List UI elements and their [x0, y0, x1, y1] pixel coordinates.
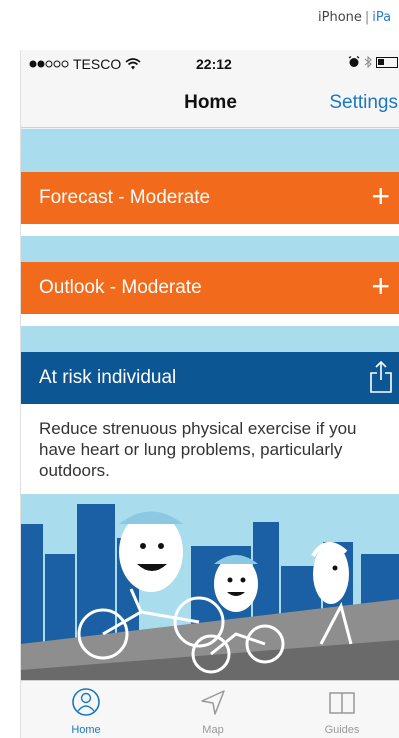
wifi-icon	[125, 58, 141, 70]
status-bar: TESCO 22:12	[21, 50, 399, 78]
tab-guides[interactable]: Guides	[297, 687, 387, 736]
tab-map-label: Map	[202, 724, 224, 736]
link-separator: |	[364, 10, 370, 25]
tab-home[interactable]: Home	[41, 687, 131, 736]
carrier-info: TESCO	[29, 56, 141, 72]
at-risk-header: At risk individual	[21, 352, 399, 404]
guides-icon	[329, 692, 355, 714]
carrier-name: TESCO	[73, 56, 122, 72]
status-right	[348, 56, 398, 68]
signal-icon	[29, 60, 69, 68]
nav-bar: Home Settings	[21, 78, 399, 128]
share-icon[interactable]	[368, 360, 394, 394]
tab-home-label: Home	[71, 724, 101, 736]
at-risk-label: At risk individual	[39, 367, 177, 388]
forecast-row[interactable]: Forecast - Moderate +	[21, 172, 399, 224]
map-icon	[201, 690, 225, 715]
outlook-label: Outlook - Moderate	[39, 277, 202, 298]
tab-bar: Home Map Guides	[21, 680, 399, 738]
alarm-icon	[348, 56, 360, 67]
phone-screen: TESCO 22:12 Home Settings Forecast - Mod…	[20, 50, 399, 738]
spacer-stripe	[21, 129, 399, 172]
bluetooth-icon	[364, 56, 372, 68]
advice-text: Reduce strenuous physical exercise if yo…	[21, 404, 399, 494]
device-links: iPhone | iPa	[318, 10, 391, 25]
home-icon	[72, 688, 100, 716]
status-time: 22:12	[196, 56, 232, 72]
tab-map[interactable]: Map	[168, 687, 258, 736]
iphone-link[interactable]: iPhone	[318, 10, 362, 25]
settings-button[interactable]: Settings	[329, 92, 398, 114]
spacer-stripe	[21, 326, 399, 352]
plus-icon[interactable]: +	[371, 178, 390, 214]
cyclists-illustration	[21, 494, 399, 680]
tab-guides-label: Guides	[324, 724, 360, 736]
outlook-row[interactable]: Outlook - Moderate +	[21, 262, 399, 314]
spacer-stripe	[21, 236, 399, 262]
divider	[21, 224, 399, 236]
plus-icon[interactable]: +	[371, 268, 390, 304]
divider	[21, 314, 399, 326]
ipad-link[interactable]: iPa	[372, 10, 391, 25]
battery-icon	[376, 56, 398, 68]
forecast-label: Forecast - Moderate	[39, 187, 211, 208]
